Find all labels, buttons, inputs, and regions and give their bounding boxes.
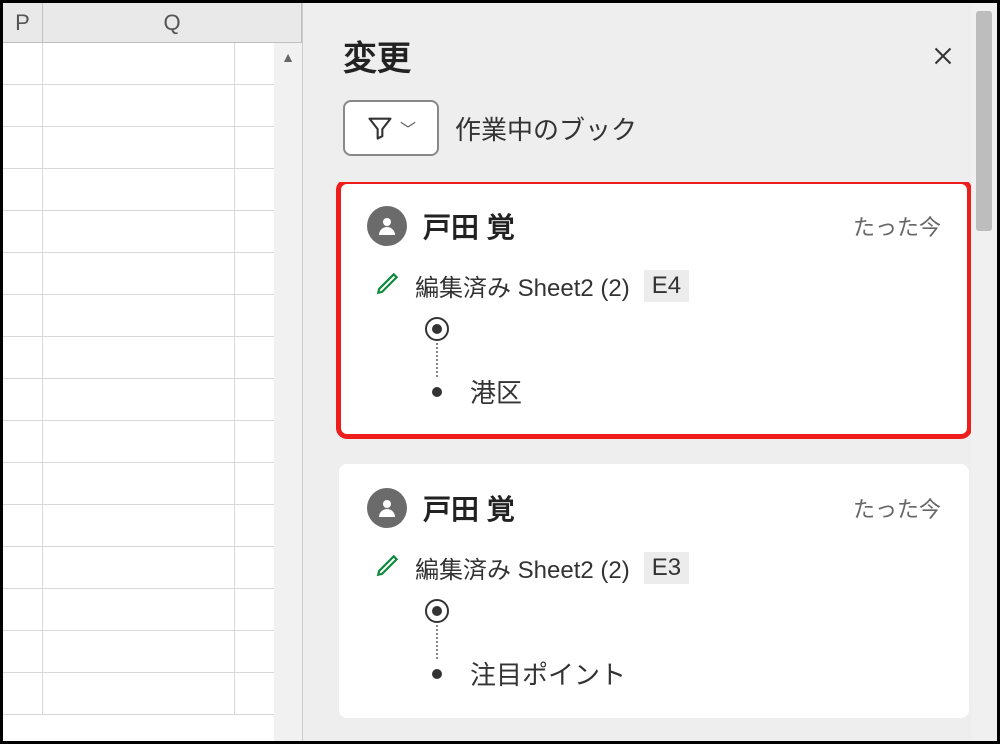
change-card[interactable]: 戸田 覚 たった今 編集済み Sheet2 (2) E3 bbox=[339, 464, 969, 718]
person-icon bbox=[375, 496, 399, 520]
change-new-value: 注目ポイント bbox=[470, 655, 626, 692]
chevron-down-icon: ﹀ bbox=[400, 116, 416, 140]
change-action-label: 編集済み Sheet2 (2) bbox=[415, 268, 630, 303]
change-diff: 港区 bbox=[367, 317, 941, 410]
column-header-q[interactable]: Q bbox=[43, 3, 302, 42]
change-author: 戸田 覚 bbox=[423, 206, 515, 246]
change-time: たった今 bbox=[853, 210, 941, 242]
change-time: たった今 bbox=[853, 492, 941, 524]
person-icon bbox=[375, 214, 399, 238]
diff-new-marker-icon bbox=[432, 669, 442, 679]
filter-button[interactable]: ﹀ bbox=[343, 100, 439, 156]
spreadsheet-grid[interactable] bbox=[3, 43, 302, 715]
avatar bbox=[367, 488, 407, 528]
change-action-label: 編集済み Sheet2 (2) bbox=[415, 550, 630, 585]
diff-old-marker-icon bbox=[425, 599, 449, 623]
diff-new-marker-icon bbox=[432, 387, 442, 397]
change-diff: 注目ポイント bbox=[367, 599, 941, 692]
panel-title: 変更 bbox=[343, 31, 411, 80]
close-icon bbox=[933, 46, 953, 66]
diff-old-marker-icon bbox=[425, 317, 449, 341]
diff-connector-icon bbox=[436, 625, 438, 659]
avatar bbox=[367, 206, 407, 246]
scrollbar-track[interactable] bbox=[274, 71, 302, 741]
sheet-vertical-scrollbar[interactable]: ▲ bbox=[274, 43, 302, 741]
close-panel-button[interactable] bbox=[923, 36, 963, 76]
funnel-icon bbox=[366, 114, 394, 142]
filter-scope-label: 作業中のブック bbox=[455, 110, 637, 147]
pencil-icon bbox=[375, 552, 401, 583]
column-header-p[interactable]: P bbox=[3, 3, 43, 42]
pencil-icon bbox=[375, 270, 401, 301]
change-card[interactable]: 戸田 覚 たった今 編集済み Sheet2 (2) E4 bbox=[339, 182, 969, 436]
cell-reference[interactable]: E3 bbox=[644, 552, 689, 584]
cell-reference[interactable]: E4 bbox=[644, 270, 689, 302]
diff-connector-icon bbox=[436, 343, 438, 377]
scrollbar-thumb[interactable] bbox=[976, 11, 992, 231]
spreadsheet-area[interactable]: P Q ▲ bbox=[3, 3, 303, 741]
column-headers: P Q bbox=[3, 3, 302, 43]
change-new-value: 港区 bbox=[470, 373, 522, 410]
changes-panel: 変更 ﹀ 作業中のブック 戸田 覚 たった今 bbox=[303, 3, 997, 741]
scroll-up-icon[interactable]: ▲ bbox=[274, 43, 302, 71]
change-author: 戸田 覚 bbox=[423, 488, 515, 528]
panel-vertical-scrollbar[interactable] bbox=[971, 3, 997, 741]
